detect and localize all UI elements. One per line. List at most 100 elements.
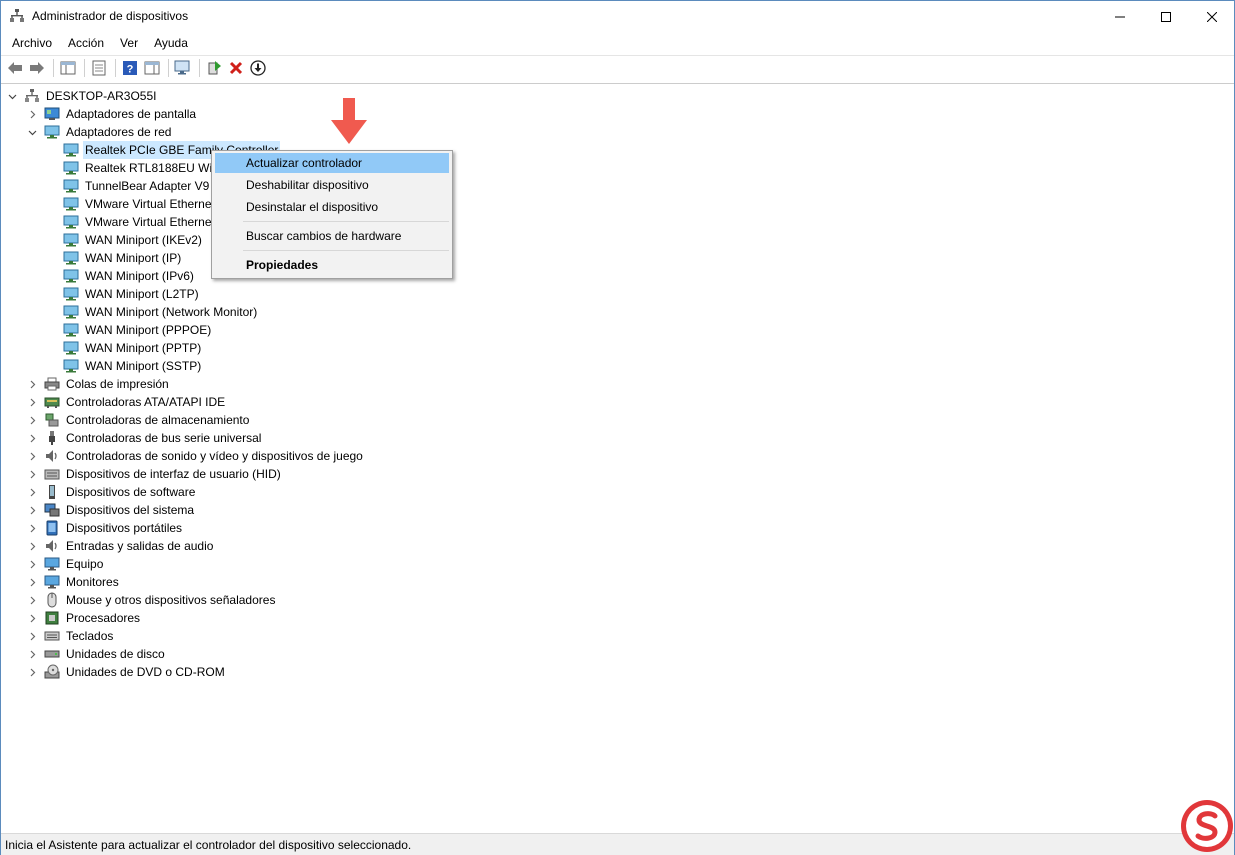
- expand-arrow-icon[interactable]: [28, 398, 37, 407]
- svg-text:?: ?: [127, 64, 134, 76]
- maximize-icon: [1161, 11, 1171, 22]
- menu-update-driver[interactable]: Actualizar controlador: [215, 153, 449, 173]
- device-label: WAN Miniport (IKEv2): [85, 233, 202, 247]
- tree-item-network-device[interactable]: WAN Miniport (Network Monitor): [63, 303, 259, 321]
- hid-keyboard-icon: [44, 466, 60, 482]
- properties-icon: [92, 60, 106, 76]
- tree-item-network-device[interactable]: WAN Miniport (PPPOE): [63, 321, 213, 339]
- expand-arrow-icon[interactable]: [28, 524, 37, 533]
- tree-item-ata-controllers[interactable]: Controladoras ATA/ATAPI IDE: [28, 393, 227, 411]
- expand-arrow-icon[interactable]: [28, 578, 37, 587]
- uninstall-icon: [229, 61, 243, 75]
- collapse-arrow-icon[interactable]: [28, 128, 37, 137]
- tree-item-sound-controllers[interactable]: Controladoras de sonido y vídeo y dispos…: [28, 447, 365, 465]
- device-label: WAN Miniport (IP): [85, 251, 182, 265]
- tree-item-network-adapters[interactable]: Adaptadores de red: [28, 123, 173, 141]
- help-button[interactable]: ?: [120, 58, 140, 78]
- expand-arrow-icon[interactable]: [28, 452, 37, 461]
- expand-arrow-icon[interactable]: [28, 650, 37, 659]
- tree-item-hid[interactable]: Dispositivos de interfaz de usuario (HID…: [28, 465, 283, 483]
- expand-arrow-icon[interactable]: [28, 596, 37, 605]
- speaker-icon: [44, 538, 60, 554]
- tree-item-network-device[interactable]: WAN Miniport (L2TP): [63, 285, 201, 303]
- category-label: Procesadores: [66, 611, 141, 625]
- tree-item-network-device[interactable]: VMware Virtual Ethernet: [63, 213, 217, 231]
- menu-uninstall-device[interactable]: Desinstalar el dispositivo: [215, 197, 449, 217]
- minimize-button[interactable]: [1097, 1, 1143, 32]
- tree-item-disk-drives[interactable]: Unidades de disco: [28, 645, 167, 663]
- category-label: Adaptadores de pantalla: [66, 107, 197, 121]
- console-tree-icon: [60, 61, 76, 75]
- device-label: WAN Miniport (SSTP): [85, 359, 202, 373]
- tree-item-network-device[interactable]: WAN Miniport (SSTP): [63, 357, 203, 375]
- tree-item-portable-devices[interactable]: Dispositivos portátiles: [28, 519, 184, 537]
- computer-icon: [24, 88, 40, 104]
- expand-arrow-icon[interactable]: [28, 110, 37, 119]
- tree-root[interactable]: DESKTOP-AR3O55I: [8, 87, 158, 105]
- system-device-icon: [44, 502, 60, 518]
- expand-arrow-icon[interactable]: [28, 380, 37, 389]
- mouse-icon: [44, 592, 60, 608]
- tree-item-display-adapters[interactable]: Adaptadores de pantalla: [28, 105, 198, 123]
- tree-item-network-device[interactable]: Realtek RTL8188EU Wire: [63, 159, 225, 177]
- tree-item-system-devices[interactable]: Dispositivos del sistema: [28, 501, 196, 519]
- expand-arrow-icon[interactable]: [28, 506, 37, 515]
- scan-hardware-button[interactable]: [173, 58, 193, 78]
- tree-item-network-device[interactable]: WAN Miniport (IKEv2): [63, 231, 204, 249]
- collapse-arrow-icon[interactable]: [8, 92, 17, 101]
- menu-ayuda[interactable]: Ayuda: [148, 33, 194, 53]
- expand-arrow-icon[interactable]: [28, 488, 37, 497]
- network-adapter-icon: [63, 268, 79, 284]
- expand-arrow-icon[interactable]: [28, 614, 37, 623]
- software-device-icon: [44, 484, 60, 500]
- expand-arrow-icon[interactable]: [28, 416, 37, 425]
- tree-item-usb-controllers[interactable]: Controladoras de bus serie universal: [28, 429, 263, 447]
- menu-archivo[interactable]: Archivo: [6, 33, 58, 53]
- show-hide-console-tree-button[interactable]: [58, 58, 78, 78]
- properties-button[interactable]: [89, 58, 109, 78]
- expand-arrow-icon[interactable]: [28, 542, 37, 551]
- device-manager-app-icon: [10, 9, 24, 22]
- uninstall-button[interactable]: [226, 58, 246, 78]
- close-button[interactable]: [1189, 1, 1235, 32]
- help-icon: ?: [123, 61, 137, 76]
- expand-arrow-icon[interactable]: [28, 668, 37, 677]
- action-pane-button[interactable]: [142, 58, 162, 78]
- maximize-button[interactable]: [1143, 1, 1189, 32]
- update-driver-button[interactable]: [204, 58, 224, 78]
- tree-item-audio-io[interactable]: Entradas y salidas de audio: [28, 537, 215, 555]
- expand-arrow-icon[interactable]: [28, 470, 37, 479]
- tree-item-mouse[interactable]: Mouse y otros dispositivos señaladores: [28, 591, 277, 609]
- back-icon: [8, 62, 22, 74]
- menu-scan-hardware[interactable]: Buscar cambios de hardware: [215, 226, 449, 246]
- tree-item-computer[interactable]: Equipo: [28, 555, 105, 573]
- menu-disable-device[interactable]: Deshabilitar dispositivo: [215, 175, 449, 195]
- tree-item-dvd-drives[interactable]: Unidades de DVD o CD-ROM: [28, 663, 227, 681]
- tree-item-network-device[interactable]: WAN Miniport (IP): [63, 249, 183, 267]
- menu-properties[interactable]: Propiedades: [215, 255, 449, 275]
- menu-ver[interactable]: Ver: [114, 33, 144, 53]
- expand-arrow-icon[interactable]: [28, 434, 37, 443]
- forward-button[interactable]: [27, 58, 47, 78]
- update-driver-icon: [208, 61, 221, 75]
- ide-controller-icon: [44, 394, 60, 410]
- enable-device-button[interactable]: [248, 58, 268, 78]
- tree-item-processors[interactable]: Procesadores: [28, 609, 142, 627]
- network-adapter-icon: [63, 214, 79, 230]
- device-label: WAN Miniport (Network Monitor): [85, 305, 258, 319]
- tree-item-network-device[interactable]: WAN Miniport (PPTP): [63, 339, 203, 357]
- back-button[interactable]: [5, 58, 25, 78]
- tree-item-network-device[interactable]: WAN Miniport (IPv6): [63, 267, 196, 285]
- expand-arrow-icon[interactable]: [28, 560, 37, 569]
- tree-item-software-devices[interactable]: Dispositivos de software: [28, 483, 197, 501]
- tree-item-network-device[interactable]: VMware Virtual Ethernet: [63, 195, 217, 213]
- category-label: Mouse y otros dispositivos señaladores: [66, 593, 276, 607]
- tree-item-monitors[interactable]: Monitores: [28, 573, 121, 591]
- network-adapter-icon: [63, 160, 79, 176]
- expand-arrow-icon[interactable]: [28, 632, 37, 641]
- tree-item-print-queues[interactable]: Colas de impresión: [28, 375, 171, 393]
- tree-item-storage-controllers[interactable]: Controladoras de almacenamiento: [28, 411, 251, 429]
- tree-item-network-device[interactable]: TunnelBear Adapter V9: [63, 177, 211, 195]
- tree-item-keyboards[interactable]: Teclados: [28, 627, 115, 645]
- menu-accion[interactable]: Acción: [62, 33, 110, 53]
